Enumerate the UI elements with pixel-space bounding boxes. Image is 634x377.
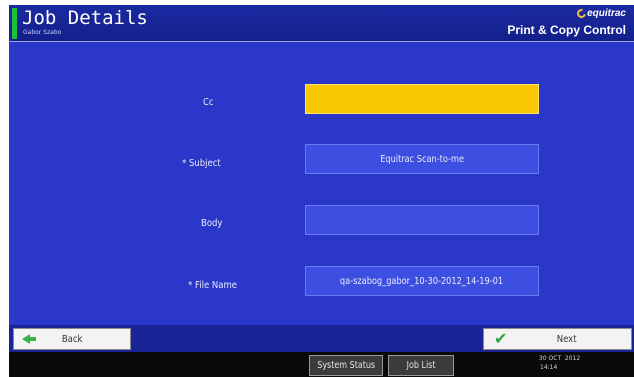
file-name-value: qa-szabog_gabor_10-30-2012_14-19-01: [340, 275, 504, 287]
clock-date: 30 OCT 2012: [539, 355, 581, 362]
product-name: Print & Copy Control: [507, 23, 626, 37]
logo-swoosh-icon: [575, 7, 588, 20]
subject-field[interactable]: Equitrac Scan-to-me: [305, 144, 539, 174]
cc-label: Cc: [203, 97, 214, 108]
back-label: Back: [61, 333, 83, 345]
body-label: Body: [201, 218, 223, 229]
system-status-label: System Status: [317, 360, 375, 371]
arrow-left-icon: [22, 334, 36, 344]
page-title: Job Details: [22, 7, 148, 29]
system-status-button[interactable]: System Status: [309, 355, 383, 376]
back-button[interactable]: Back: [13, 328, 131, 350]
cc-field[interactable]: [305, 84, 539, 114]
subject-value: Equitrac Scan-to-me: [380, 153, 464, 165]
header: Job Details Gabor Szabo equitrac Print &…: [9, 5, 634, 42]
file-name-label: * File Name: [188, 280, 237, 291]
checkmark-icon: ✔: [494, 329, 508, 348]
clock-time: 14:14: [540, 364, 558, 371]
job-details-form: Cc * Subject Equitrac Scan-to-me Body * …: [9, 42, 634, 325]
file-name-field[interactable]: qa-szabog_gabor_10-30-2012_14-19-01: [305, 266, 539, 296]
header-accent-bar: [12, 8, 17, 39]
job-list-button[interactable]: Job List: [388, 355, 454, 376]
subject-label: * Subject: [182, 158, 221, 169]
brand-logo: equitrac: [575, 7, 626, 20]
navigation-bar: Back ✔ Next: [9, 325, 634, 352]
system-bar: System Status Job List 30 OCT 2012 14:14: [9, 352, 634, 377]
brand-name: equitrac: [587, 8, 626, 19]
body-field[interactable]: [305, 205, 539, 235]
device-screen: Job Details Gabor Szabo equitrac Print &…: [9, 5, 634, 377]
job-list-label: Job List: [406, 360, 436, 371]
next-label: Next: [557, 333, 577, 345]
clock: 30 OCT 2012 14:14: [539, 354, 580, 372]
user-name: Gabor Szabo: [23, 29, 62, 36]
next-button[interactable]: ✔ Next: [483, 328, 632, 350]
